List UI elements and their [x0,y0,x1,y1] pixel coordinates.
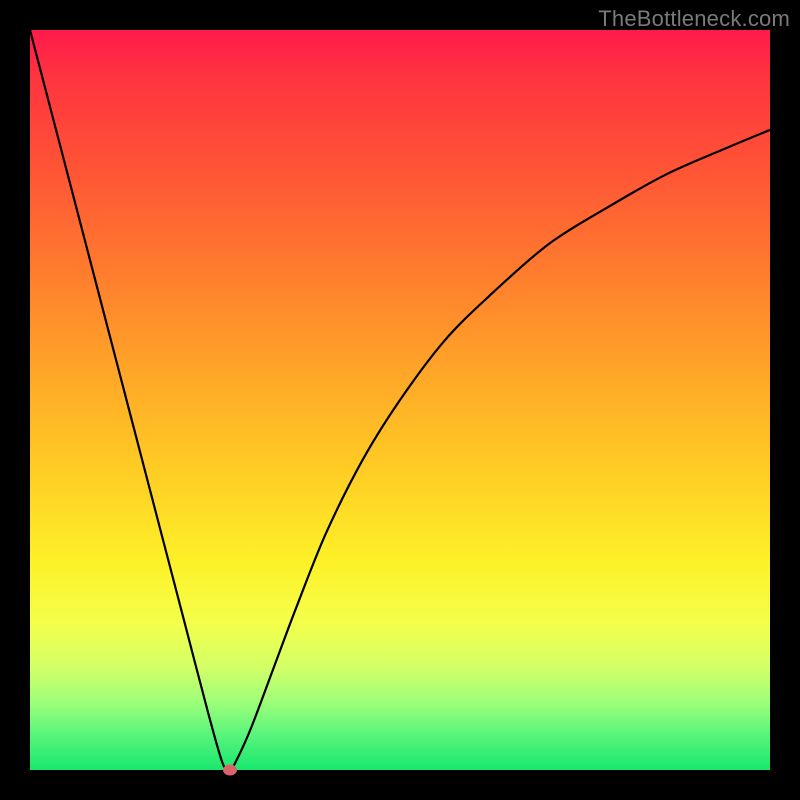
minimum-marker [223,765,237,776]
bottleneck-curve [30,30,770,770]
curve-svg [30,30,770,770]
plot-area [30,30,770,770]
chart-frame: TheBottleneck.com [0,0,800,800]
watermark-text: TheBottleneck.com [598,6,790,32]
